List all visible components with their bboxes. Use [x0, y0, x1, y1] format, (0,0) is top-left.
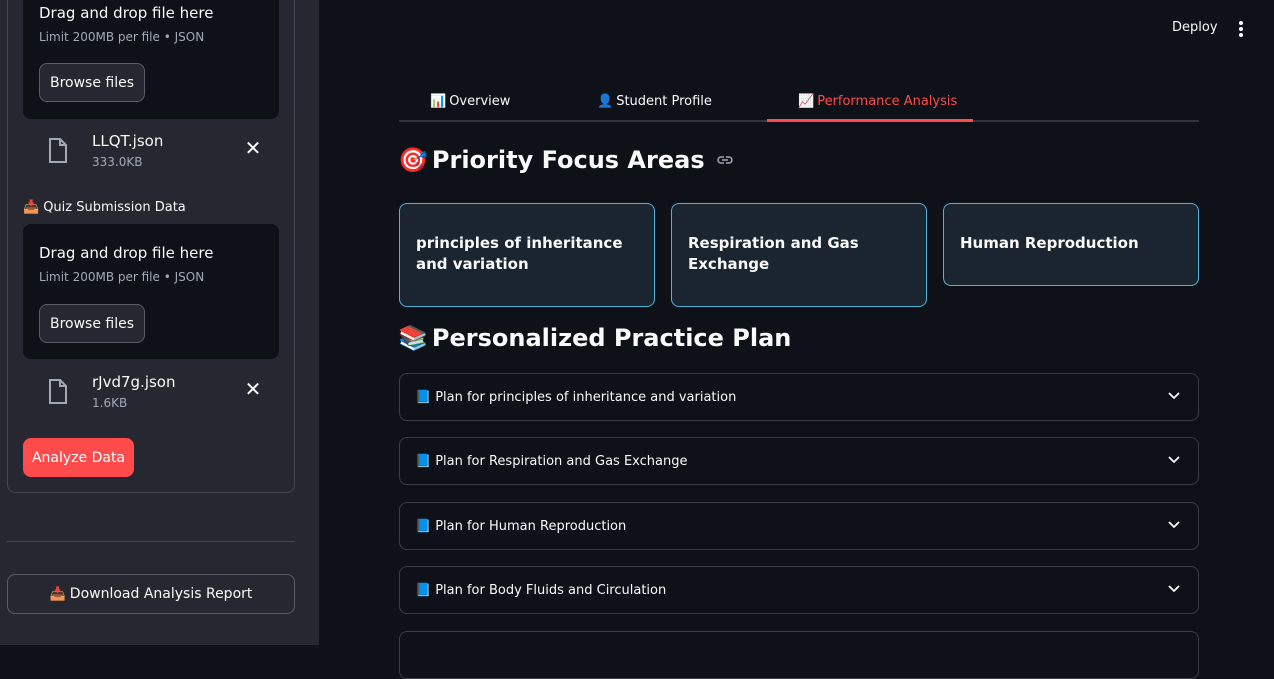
plan-expander[interactable]: 📘 Plan for Body Fluids and Circulation [399, 566, 1199, 614]
heading-text: Personalized Practice Plan [431, 324, 792, 352]
dropzone-limit: Limit 200MB per file • JSON [39, 30, 205, 44]
focus-area-card: principles of inheritance and variation [399, 203, 655, 307]
blue-book-icon: 📘 [415, 389, 432, 405]
close-icon[interactable]: ✕ [243, 379, 263, 399]
chevron-down-icon [1168, 392, 1180, 400]
priority-focus-heading: 🎯 Priority Focus Areas [398, 146, 733, 174]
focus-area-card: Respiration and Gas Exchange [671, 203, 927, 307]
target-icon: 🎯 [398, 146, 428, 174]
tab-label: Overview [449, 93, 511, 109]
dropzone-title: Drag and drop file here [39, 4, 214, 22]
expander-text: Plan for principles of inheritance and v… [435, 389, 737, 405]
file-icon [49, 379, 67, 404]
trend-chart-icon: 📈 [798, 93, 815, 109]
quiz-submission-label: 📥 Quiz Submission Data [23, 200, 186, 215]
browse-files-button[interactable]: Browse files [39, 63, 145, 102]
analyze-data-button[interactable]: Analyze Data [23, 438, 134, 477]
quiz-label-text: Quiz Submission Data [43, 200, 186, 215]
chevron-down-icon [1168, 456, 1180, 464]
divider [7, 541, 295, 542]
uploaded-file-row: LLQT.json 333.0KB ✕ [23, 132, 279, 178]
expander-label: 📘 Plan for Respiration and Gas Exchange [415, 438, 687, 484]
sidebar: Drag and drop file here Limit 200MB per … [0, 0, 319, 645]
inbox-tray-icon: 📥 [23, 200, 40, 215]
active-tab-indicator [767, 119, 973, 122]
tab-performance-analysis[interactable]: 📈 Performance Analysis [798, 80, 957, 122]
file-name: rJvd7g.json [92, 373, 176, 391]
tab-bar: 📊 Overview 👤 Student Profile 📈 Performan… [399, 80, 1199, 122]
dropzone-limit: Limit 200MB per file • JSON [39, 270, 205, 284]
plan-expander[interactable]: 📘 Plan for principles of inheritance and… [399, 373, 1199, 421]
chevron-down-icon [1168, 521, 1180, 529]
dropzone-title: Drag and drop file here [39, 244, 214, 262]
file-size: 1.6KB [92, 396, 128, 410]
expander-text: Plan for Body Fluids and Circulation [435, 582, 667, 598]
focus-area-label: principles of inheritance and variation [416, 234, 623, 273]
inbox-tray-icon: 📥 [49, 586, 66, 602]
tab-student-profile[interactable]: 👤 Student Profile [597, 80, 712, 122]
file-icon [49, 138, 67, 163]
blue-book-icon: 📘 [415, 453, 432, 469]
link-icon[interactable] [716, 155, 733, 165]
heading-text: Priority Focus Areas [431, 146, 705, 174]
download-report-button[interactable]: 📥 Download Analysis Report [7, 574, 295, 614]
file-size: 333.0KB [92, 155, 143, 169]
download-label: Download Analysis Report [69, 586, 253, 602]
focus-area-label: Human Reproduction [960, 234, 1139, 252]
deploy-button[interactable]: Deploy [1172, 20, 1218, 35]
blue-book-icon: 📘 [415, 518, 432, 534]
more-menu-icon[interactable] [1233, 20, 1249, 38]
person-icon: 👤 [597, 93, 614, 109]
close-icon[interactable]: ✕ [243, 138, 263, 158]
expander-label: 📘 Plan for Human Reproduction [415, 503, 626, 549]
plan-expander[interactable] [399, 631, 1199, 679]
tab-overview[interactable]: 📊 Overview [430, 80, 510, 122]
tab-label: Student Profile [616, 93, 712, 109]
tab-label: Performance Analysis [817, 93, 958, 109]
expander-label: 📘 Plan for principles of inheritance and… [415, 374, 736, 420]
focus-area-label: Respiration and Gas Exchange [688, 234, 859, 273]
plan-expander[interactable]: 📘 Plan for Respiration and Gas Exchange [399, 437, 1199, 485]
books-icon: 📚 [398, 324, 428, 352]
uploaded-file-row: rJvd7g.json 1.6KB ✕ [23, 373, 279, 419]
expander-text: Plan for Respiration and Gas Exchange [435, 453, 688, 469]
chevron-down-icon [1168, 585, 1180, 593]
main-content: Deploy 📊 Overview 👤 Student Profile 📈 Pe… [319, 0, 1274, 679]
plan-expander[interactable]: 📘 Plan for Human Reproduction [399, 502, 1199, 550]
focus-area-card: Human Reproduction [943, 203, 1199, 286]
expander-label: 📘 Plan for Body Fluids and Circulation [415, 567, 666, 613]
file-dropzone[interactable]: Drag and drop file here Limit 200MB per … [23, 0, 279, 119]
file-name: LLQT.json [92, 132, 164, 150]
file-dropzone[interactable]: Drag and drop file here Limit 200MB per … [23, 224, 279, 359]
bar-chart-icon: 📊 [430, 93, 447, 109]
browse-files-button[interactable]: Browse files [39, 304, 145, 343]
blue-book-icon: 📘 [415, 582, 432, 598]
practice-plan-heading: 📚 Personalized Practice Plan [398, 324, 791, 352]
expander-text: Plan for Human Reproduction [435, 518, 627, 534]
